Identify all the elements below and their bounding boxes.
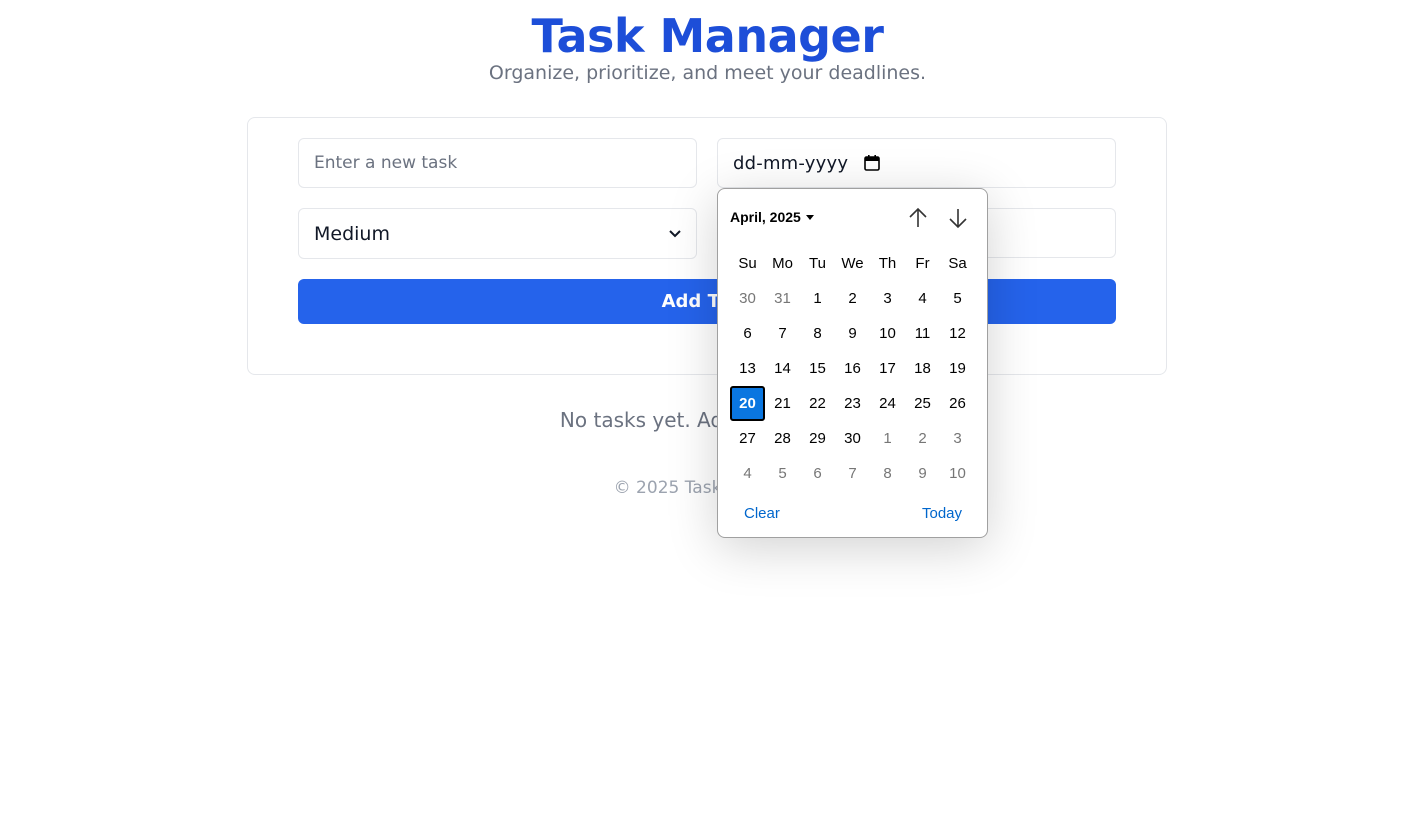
weekday-label: Th (878, 255, 897, 272)
calendar-day[interactable]: 25 (905, 386, 940, 421)
calendar-day[interactable]: 6 (800, 456, 835, 491)
calendar-day[interactable]: 26 (940, 386, 975, 421)
priority-select-value: Medium (314, 222, 390, 245)
calendar-day[interactable]: 30 (730, 281, 765, 316)
weekday-label: Sa (948, 255, 967, 272)
calendar-day[interactable]: 10 (870, 316, 905, 351)
calendar-day[interactable]: 21 (765, 386, 800, 421)
page-subtitle: Organize, prioritize, and meet your dead… (488, 62, 927, 84)
today-button[interactable]: Today (922, 505, 962, 522)
calendar-day[interactable]: 13 (730, 351, 765, 386)
previous-month-arrow-up-icon[interactable] (906, 206, 930, 230)
weekday-label: Tu (809, 255, 826, 272)
calendar-day[interactable]: 15 (800, 351, 835, 386)
calendar-day[interactable]: 1 (800, 281, 835, 316)
calendar-day[interactable]: 22 (800, 386, 835, 421)
task-input[interactable]: Enter a new task (298, 138, 697, 188)
calendar-day[interactable]: 3 (870, 281, 905, 316)
calendar-day[interactable]: 28 (765, 421, 800, 456)
next-month-arrow-down-icon[interactable] (946, 206, 970, 230)
clear-date-button[interactable]: Clear (744, 505, 780, 522)
calendar-day[interactable]: 11 (905, 316, 940, 351)
calendar-day[interactable]: 4 (730, 456, 765, 491)
due-date-placeholder: dd-mm-yyyy (733, 152, 849, 174)
calendar-day[interactable]: 2 (835, 281, 870, 316)
caret-down-icon (805, 214, 814, 220)
calendar-day[interactable]: 4 (905, 281, 940, 316)
calendar-day[interactable]: 9 (905, 456, 940, 491)
date-picker-popup: April, 2025 Su Mo Tu We Th Fr Sa 30 31 1 2 3 4 5 6 7 8 9… (717, 188, 988, 538)
weekday-label: Mo (772, 255, 793, 272)
calendar-icon[interactable] (864, 155, 880, 171)
calendar-day[interactable]: 5 (940, 281, 975, 316)
footer-copyright: © 2025 Task Manager (613, 478, 802, 498)
calendar-day[interactable]: 14 (765, 351, 800, 386)
calendar-day[interactable]: 10 (940, 456, 975, 491)
weekday-label: Su (738, 255, 757, 272)
calendar-day[interactable]: 2 (905, 421, 940, 456)
calendar-day[interactable]: 31 (765, 281, 800, 316)
weekday-header-row: Su Mo Tu We Th Fr Sa (730, 246, 975, 281)
add-task-button[interactable]: Add Task (298, 279, 1116, 324)
page-title: Task Manager (531, 9, 884, 63)
calendar-day-selected[interactable]: 20 (730, 386, 765, 421)
calendar-day[interactable]: 3 (940, 421, 975, 456)
calendar-day[interactable]: 8 (870, 456, 905, 491)
calendar-week-row: 6 7 8 9 10 11 12 (730, 316, 975, 351)
calendar-day[interactable]: 24 (870, 386, 905, 421)
calendar-day[interactable]: 6 (730, 316, 765, 351)
weekday-label: We (841, 255, 864, 272)
calendar-day[interactable]: 18 (905, 351, 940, 386)
calendar-day[interactable]: 19 (940, 351, 975, 386)
calendar-day[interactable]: 17 (870, 351, 905, 386)
calendar-day[interactable]: 16 (835, 351, 870, 386)
calendar-day[interactable]: 29 (800, 421, 835, 456)
empty-tasks-message: No tasks yet. Add one above! (559, 408, 856, 432)
task-input-placeholder: Enter a new task (314, 153, 458, 173)
priority-select[interactable]: Medium (298, 208, 697, 259)
calendar-day[interactable]: 12 (940, 316, 975, 351)
calendar-weeks: 30 31 1 2 3 4 5 6 7 8 9 10 11 12 13 14 15 16 17 18 19 20 21 22 2… (730, 281, 975, 491)
calendar-week-row: 30 31 1 2 3 4 5 (730, 281, 975, 316)
chevron-down-icon (669, 229, 681, 237)
month-year-selector[interactable]: April, 2025 (730, 209, 814, 225)
calendar-grid: Su Mo Tu We Th Fr Sa 30 31 1 2 3 4 5 6 7 8 9 10 11 12 13 14 15… (730, 246, 975, 491)
calendar-week-row: 27 28 29 30 1 2 3 (730, 421, 975, 456)
calendar-day[interactable]: 5 (765, 456, 800, 491)
calendar-day[interactable]: 9 (835, 316, 870, 351)
calendar-week-row: 13 14 15 16 17 18 19 (730, 351, 975, 386)
calendar-day[interactable]: 27 (730, 421, 765, 456)
calendar-day[interactable]: 7 (765, 316, 800, 351)
calendar-day[interactable]: 8 (800, 316, 835, 351)
calendar-day[interactable]: 23 (835, 386, 870, 421)
calendar-day[interactable]: 7 (835, 456, 870, 491)
due-date-input[interactable]: dd-mm-yyyy (717, 138, 1116, 188)
calendar-week-row: 4 5 6 7 8 9 10 (730, 456, 975, 491)
calendar-day[interactable]: 30 (835, 421, 870, 456)
month-year-label: April, 2025 (730, 209, 801, 225)
calendar-day[interactable]: 1 (870, 421, 905, 456)
calendar-week-row: 20 21 22 23 24 25 26 (730, 386, 975, 421)
weekday-label: Fr (915, 255, 930, 272)
